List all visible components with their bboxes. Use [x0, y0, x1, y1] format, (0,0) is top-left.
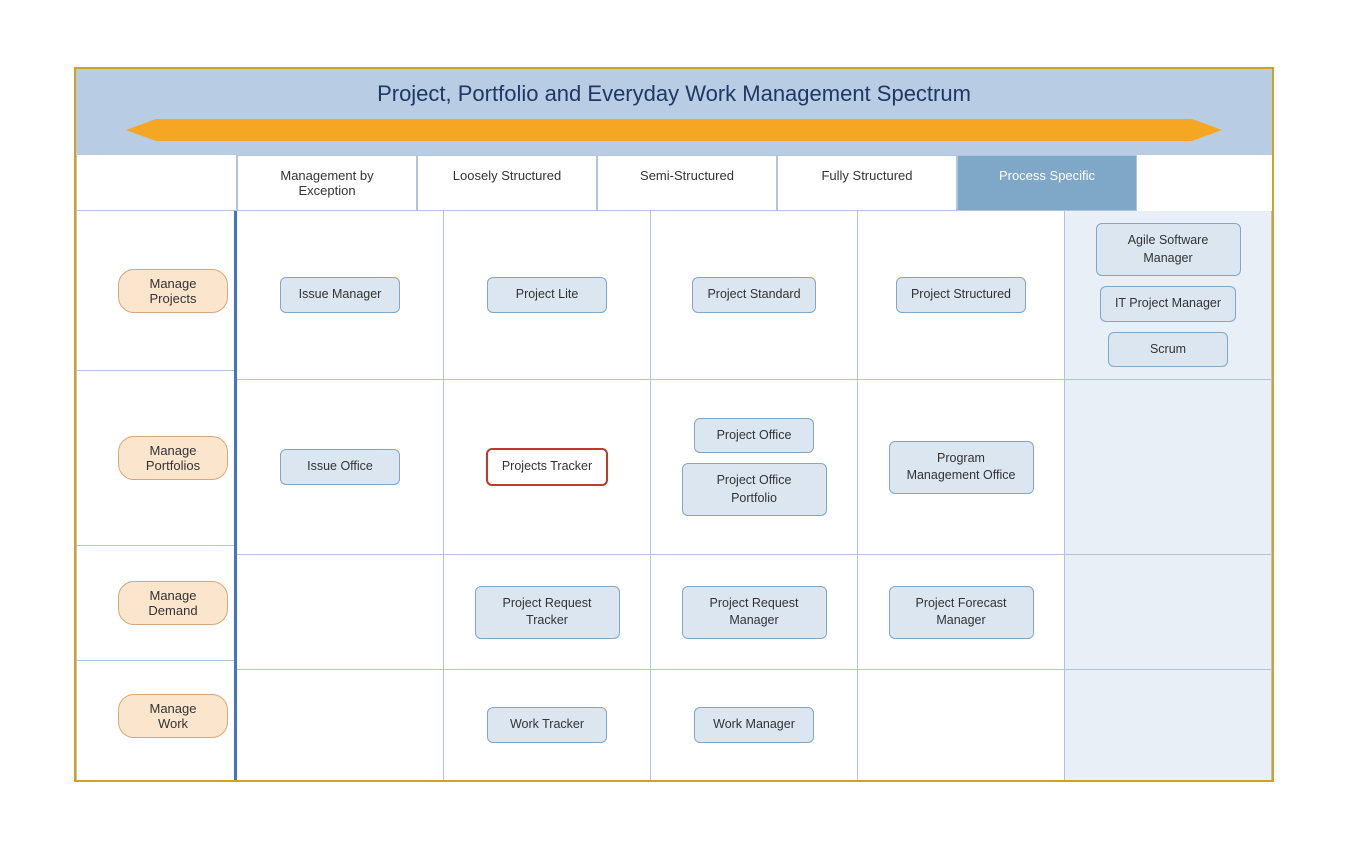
col-header-management-exception: Management byException: [237, 155, 417, 211]
col-header-fully: Fully Structured: [777, 155, 957, 211]
arrow-row: [86, 115, 1262, 151]
cell-work-semi: Work Manager: [651, 670, 858, 780]
item-work-manager[interactable]: Work Manager: [694, 707, 814, 743]
row-label-projects: ManageProjects: [118, 269, 228, 313]
main-diagram: Project, Portfolio and Everyday Work Man…: [74, 67, 1274, 782]
label-manage-portfolios: ManagePortfolios: [77, 371, 234, 546]
cell-demand-fully: Project Forecast Manager: [858, 555, 1065, 669]
item-projects-tracker[interactable]: Projects Tracker: [486, 448, 608, 486]
grid-content: Issue Manager Project Lite Project Stand…: [237, 211, 1272, 780]
label-manage-projects: ManageProjects: [77, 211, 234, 371]
label-manage-demand: ManageDemand: [77, 546, 234, 661]
cell-projects-fully: Project Structured: [858, 211, 1065, 379]
cell-projects-semi: Project Standard: [651, 211, 858, 379]
cell-portfolios-semi: Project Office Project Office Portfolio: [651, 380, 858, 554]
row-work: Work Tracker Work Manager: [237, 670, 1272, 780]
column-headers: Management byException Loosely Structure…: [76, 155, 1272, 211]
cell-portfolios-fully: Program Management Office: [858, 380, 1065, 554]
cell-demand-exception: [237, 555, 444, 669]
col-header-loosely: Loosely Structured: [417, 155, 597, 211]
item-scrum[interactable]: Scrum: [1108, 332, 1228, 368]
item-project-standard[interactable]: Project Standard: [692, 277, 815, 313]
cell-work-fully: [858, 670, 1065, 780]
row-label-demand: ManageDemand: [118, 581, 228, 625]
label-manage-work: ManageWork: [77, 661, 234, 771]
item-project-office[interactable]: Project Office: [694, 418, 814, 454]
cell-demand-semi: Project Request Manager: [651, 555, 858, 669]
item-issue-manager[interactable]: Issue Manager: [280, 277, 400, 313]
item-project-request-manager[interactable]: Project Request Manager: [682, 586, 827, 639]
cell-portfolios-loosely: Projects Tracker: [444, 380, 651, 554]
main-grid: ManageProjects ManagePortfolios ManageDe…: [76, 211, 1272, 780]
row-label-work: ManageWork: [118, 694, 228, 738]
cell-projects-process: Agile Software Manager IT Project Manage…: [1065, 211, 1272, 379]
item-project-structured[interactable]: Project Structured: [896, 277, 1026, 313]
cell-demand-loosely: Project Request Tracker: [444, 555, 651, 669]
row-label-portfolios: ManagePortfolios: [118, 436, 228, 480]
item-project-lite[interactable]: Project Lite: [487, 277, 607, 313]
item-it-project-manager[interactable]: IT Project Manager: [1100, 286, 1236, 322]
item-agile-software-manager[interactable]: Agile Software Manager: [1096, 223, 1241, 276]
row-demand: Project Request Tracker Project Request …: [237, 555, 1272, 670]
cell-work-loosely: Work Tracker: [444, 670, 651, 780]
cell-portfolios-process: [1065, 380, 1272, 554]
cell-work-process: [1065, 670, 1272, 780]
item-project-office-portfolio[interactable]: Project Office Portfolio: [682, 463, 827, 516]
main-title: Project, Portfolio and Everyday Work Man…: [86, 81, 1262, 107]
cell-projects-exception: Issue Manager: [237, 211, 444, 379]
cell-demand-process: [1065, 555, 1272, 669]
col-header-process: Process Specific: [957, 155, 1137, 211]
arrow-shaft: [156, 119, 1192, 141]
spectrum-arrow: [156, 119, 1192, 141]
cell-portfolios-exception: Issue Office: [237, 380, 444, 554]
item-project-request-tracker[interactable]: Project Request Tracker: [475, 586, 620, 639]
header-empty: [77, 155, 237, 211]
header: Project, Portfolio and Everyday Work Man…: [76, 69, 1272, 155]
item-project-forecast-manager[interactable]: Project Forecast Manager: [889, 586, 1034, 639]
row-portfolios: Issue Office Projects Tracker Project Of…: [237, 380, 1272, 555]
cell-projects-loosely: Project Lite: [444, 211, 651, 379]
cell-work-exception: [237, 670, 444, 780]
item-issue-office[interactable]: Issue Office: [280, 449, 400, 485]
col-header-semi: Semi-Structured: [597, 155, 777, 211]
item-work-tracker[interactable]: Work Tracker: [487, 707, 607, 743]
row-projects: Issue Manager Project Lite Project Stand…: [237, 211, 1272, 380]
row-labels-col: ManageProjects ManagePortfolios ManageDe…: [77, 211, 237, 780]
item-program-management-office[interactable]: Program Management Office: [889, 441, 1034, 494]
